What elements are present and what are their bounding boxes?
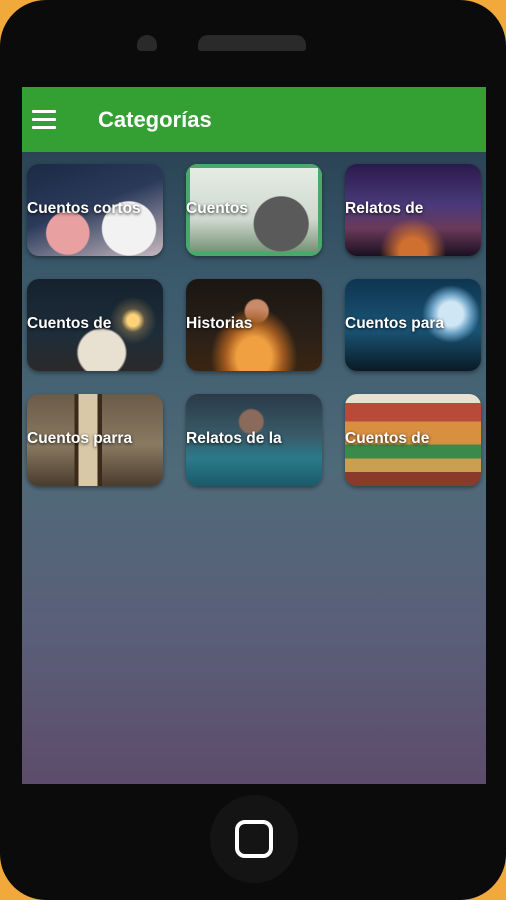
category-label: Cuentos de [345, 430, 430, 447]
category-card[interactable]: Cuentos para [345, 279, 481, 371]
category-label: Cuentos de [27, 315, 112, 332]
category-card[interactable]: Historias [186, 279, 322, 371]
category-label: Cuentos para [345, 315, 445, 332]
category-label: Relatos de [345, 200, 424, 217]
category-card[interactable]: Cuentos parra [27, 394, 163, 486]
category-label: Historias [186, 315, 253, 332]
category-card[interactable]: Cuentos de [27, 279, 163, 371]
phone-frame: Categorías Cuentos cortos Cuentos Relato… [0, 0, 506, 900]
app-bar: Categorías [22, 87, 486, 152]
category-label: Cuentos cortos [27, 200, 141, 217]
category-card[interactable]: Relatos de la [186, 394, 322, 486]
category-label: Relatos de la [186, 430, 282, 447]
category-label: Cuentos parra [27, 430, 133, 447]
app-screen: Categorías Cuentos cortos Cuentos Relato… [22, 87, 486, 784]
category-label: Cuentos [186, 200, 248, 217]
hamburger-menu-icon[interactable] [32, 87, 80, 152]
category-card[interactable]: Cuentos cortos [27, 164, 163, 256]
home-square-icon [235, 820, 273, 858]
category-card[interactable]: Cuentos de [345, 394, 481, 486]
earpiece-speaker [198, 35, 306, 51]
home-button[interactable] [210, 795, 298, 883]
front-camera [137, 35, 157, 51]
page-title: Categorías [98, 106, 212, 132]
category-card[interactable]: Relatos de [345, 164, 481, 256]
category-card[interactable]: Cuentos [186, 164, 322, 256]
